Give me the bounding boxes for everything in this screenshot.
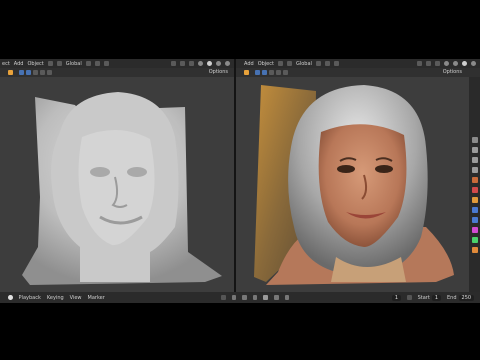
visibility-icon-right[interactable] bbox=[417, 61, 422, 66]
play-icon[interactable] bbox=[263, 295, 268, 300]
shading-wireframe-icon-right[interactable] bbox=[444, 61, 449, 66]
menu-keying[interactable]: Keying bbox=[47, 295, 64, 301]
scene-icon[interactable] bbox=[471, 177, 478, 183]
shading-material-icon[interactable] bbox=[216, 61, 221, 66]
menu-marker[interactable]: Marker bbox=[88, 295, 105, 301]
end-frame-field[interactable]: 250 bbox=[458, 294, 475, 301]
start-label: Start bbox=[417, 294, 430, 301]
gizmo-icon[interactable] bbox=[180, 61, 185, 66]
select-subtract-icon[interactable] bbox=[33, 70, 38, 75]
snap-icon[interactable] bbox=[94, 61, 100, 66]
tool-icon[interactable] bbox=[471, 137, 478, 143]
view-layer-icon[interactable] bbox=[471, 167, 478, 173]
orientation-dropdown-right[interactable]: Global bbox=[296, 61, 312, 67]
shading-material-icon-right[interactable] bbox=[462, 61, 467, 66]
left-eye-shape bbox=[337, 165, 355, 173]
jump-start-icon[interactable] bbox=[231, 295, 237, 300]
left-editor-header: ect Add Object Global bbox=[0, 59, 234, 68]
jump-end-icon[interactable] bbox=[284, 295, 290, 300]
overlay-icon[interactable] bbox=[189, 61, 194, 66]
select-subtract-icon-right[interactable] bbox=[269, 70, 274, 75]
select-mode-icon-right[interactable] bbox=[255, 70, 260, 75]
menu-add[interactable]: Add bbox=[14, 61, 24, 67]
render-icon[interactable] bbox=[471, 147, 478, 153]
left-options-dropdown[interactable]: Options bbox=[209, 69, 228, 75]
record-icon[interactable] bbox=[221, 295, 226, 300]
textured-portrait-mesh bbox=[254, 85, 454, 285]
menu-select[interactable]: ect bbox=[2, 61, 10, 67]
select-invert-icon[interactable] bbox=[40, 70, 45, 75]
output-icon[interactable] bbox=[471, 157, 478, 163]
snap-icon-right[interactable] bbox=[324, 61, 330, 66]
blender-window: ect Add Object Global Options Add Object… bbox=[0, 59, 480, 303]
auto-keying-icon[interactable] bbox=[407, 295, 412, 300]
left-3d-viewport[interactable] bbox=[0, 77, 234, 292]
select-intersect-icon-right[interactable] bbox=[283, 70, 288, 75]
select-extend-icon-right[interactable] bbox=[262, 70, 267, 75]
pivot-icon[interactable] bbox=[85, 61, 91, 66]
mode-icon[interactable] bbox=[47, 61, 53, 66]
constraints-icon[interactable] bbox=[471, 237, 478, 243]
proportional-edit-icon-right[interactable] bbox=[333, 61, 339, 66]
end-label: End bbox=[447, 294, 457, 301]
timeline-header: Playback Keying View Marker 1 Start 1 En… bbox=[0, 292, 480, 303]
right-editor-header: Add Object Global bbox=[236, 59, 480, 68]
select-invert-icon-right[interactable] bbox=[276, 70, 281, 75]
left-eye-shape bbox=[90, 167, 110, 177]
menu-playback[interactable]: Playback bbox=[19, 295, 41, 301]
next-keyframe-icon[interactable] bbox=[273, 295, 279, 300]
transform-orientation-icon[interactable] bbox=[56, 61, 62, 66]
object-icon[interactable] bbox=[471, 197, 478, 203]
overlay-icon-right[interactable] bbox=[435, 61, 440, 66]
menu-object-right[interactable]: Object bbox=[258, 61, 274, 67]
shading-solid-icon[interactable] bbox=[207, 61, 212, 66]
properties-sidebar bbox=[469, 77, 480, 292]
sculpt-mesh bbox=[22, 92, 222, 285]
select-tool-icon[interactable] bbox=[8, 70, 13, 75]
start-frame-field[interactable]: 1 bbox=[431, 294, 441, 301]
select-tool-icon-right[interactable] bbox=[244, 70, 249, 75]
world-icon[interactable] bbox=[471, 187, 478, 193]
left-tool-header bbox=[0, 68, 234, 77]
shading-wireframe-icon[interactable] bbox=[198, 61, 203, 66]
current-frame-field[interactable]: 1 bbox=[391, 294, 402, 301]
modifier-icon[interactable] bbox=[471, 207, 478, 213]
visibility-icon[interactable] bbox=[171, 61, 176, 66]
proportional-edit-icon[interactable] bbox=[103, 61, 109, 66]
select-extend-icon[interactable] bbox=[26, 70, 31, 75]
menu-add-right[interactable]: Add bbox=[244, 61, 254, 67]
particles-icon[interactable] bbox=[471, 217, 478, 223]
shading-rendered-icon-right[interactable] bbox=[471, 61, 476, 66]
menu-view[interactable]: View bbox=[70, 295, 82, 301]
editor-type-icon[interactable] bbox=[8, 295, 13, 300]
orientation-dropdown[interactable]: Global bbox=[66, 61, 82, 67]
physics-icon[interactable] bbox=[471, 227, 478, 233]
shading-solid-icon-right[interactable] bbox=[453, 61, 458, 66]
pivot-icon-right[interactable] bbox=[315, 61, 321, 66]
shading-rendered-icon[interactable] bbox=[225, 61, 230, 66]
mode-icon-right[interactable] bbox=[277, 61, 283, 66]
right-options-dropdown[interactable]: Options bbox=[443, 69, 462, 75]
select-intersect-icon[interactable] bbox=[47, 70, 52, 75]
data-icon[interactable] bbox=[471, 247, 478, 253]
transform-orientation-icon-right[interactable] bbox=[286, 61, 292, 66]
select-mode-icon[interactable] bbox=[19, 70, 24, 75]
prev-keyframe-icon[interactable] bbox=[242, 295, 247, 300]
play-reverse-icon[interactable] bbox=[252, 295, 258, 300]
right-3d-viewport[interactable] bbox=[236, 77, 469, 292]
menu-object[interactable]: Object bbox=[27, 61, 43, 67]
right-eye-shape bbox=[127, 167, 147, 177]
right-eye-shape bbox=[375, 165, 393, 173]
gizmo-icon-right[interactable] bbox=[426, 61, 431, 66]
